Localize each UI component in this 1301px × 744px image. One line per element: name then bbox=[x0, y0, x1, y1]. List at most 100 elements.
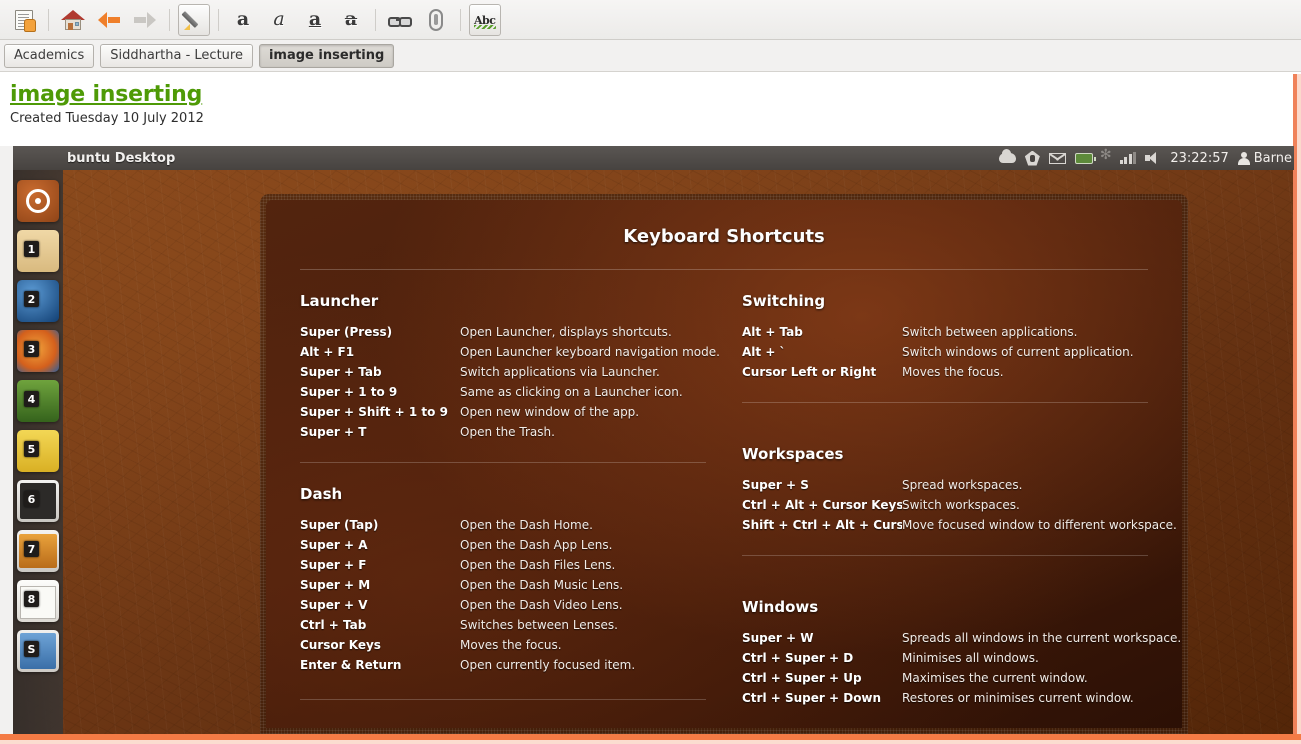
shortcut-row: Enter & Return Open currently focused it… bbox=[300, 655, 706, 675]
volume-icon[interactable] bbox=[1145, 151, 1161, 165]
shortcut-desc: Moves the focus. bbox=[902, 365, 1004, 379]
shortcut-key: Shift + Ctrl + Alt + Curs... bbox=[742, 518, 902, 532]
embedded-screenshot-image[interactable]: buntu Desktop 23:22:57 Barne bbox=[13, 146, 1294, 734]
shortcut-key: Super + Shift + 1 to 9 bbox=[300, 405, 448, 419]
user-name: Barne bbox=[1253, 150, 1292, 166]
launcher-badge: S bbox=[24, 641, 39, 657]
keyboard-shortcuts-overlay: Keyboard Shortcuts Launcher Super (Press… bbox=[260, 194, 1188, 734]
page-created-date: Created Tuesday 10 July 2012 bbox=[10, 111, 204, 126]
shortcut-key: Ctrl + Super + Up bbox=[742, 671, 862, 685]
toolbar-separator bbox=[460, 8, 461, 31]
shortcut-desc: Spreads all windows in the current works… bbox=[902, 631, 1182, 645]
launcher-badge: 2 bbox=[24, 291, 39, 307]
shortcut-row: Super + Shift + 1 to 9 Open new window o… bbox=[300, 402, 706, 422]
launcher-item-browser[interactable]: 2 bbox=[17, 280, 59, 322]
launcher-item-terminal-dark[interactable]: 6 bbox=[17, 480, 59, 522]
shortcut-key: Super + 1 to 9 bbox=[300, 385, 398, 399]
shortcut-row: Alt + ` Switch windows of current applic… bbox=[742, 342, 1148, 362]
strikethrough-icon[interactable]: a bbox=[335, 4, 367, 36]
section-divider bbox=[742, 555, 1148, 556]
launcher-item-files[interactable]: 1 bbox=[17, 230, 59, 272]
section-divider bbox=[300, 462, 706, 463]
launcher-item-software[interactable]: 4 bbox=[17, 380, 59, 422]
section-title-switching: Switching bbox=[742, 292, 826, 310]
mail-icon[interactable] bbox=[1048, 152, 1066, 164]
italic-icon[interactable]: a bbox=[263, 4, 295, 36]
shortcut-key: Super + S bbox=[742, 478, 809, 492]
spellcheck-icon[interactable]: Abc bbox=[469, 3, 501, 36]
launcher-item-terminal[interactable]: 7 bbox=[17, 530, 59, 572]
shortcut-key: Cursor Keys bbox=[300, 638, 381, 652]
attachment-icon[interactable] bbox=[420, 4, 452, 36]
shortcut-row: Ctrl + Tab Switches between Lenses. bbox=[300, 615, 706, 635]
toolbar-separator bbox=[48, 8, 49, 31]
shortcut-row: Cursor Left or Right Moves the focus. bbox=[742, 362, 1148, 382]
shortcut-desc: Maximises the current window. bbox=[902, 671, 1088, 685]
shortcut-row: Cursor Keys Moves the focus. bbox=[300, 635, 706, 655]
shortcut-desc: Open the Dash Video Lens. bbox=[460, 598, 623, 612]
shortcuts-left-column: Launcher Super (Press) Open Launcher, di… bbox=[300, 270, 720, 708]
launcher-item-workspace-switcher[interactable]: S bbox=[17, 630, 59, 672]
launcher-badge: 5 bbox=[24, 441, 39, 457]
bold-icon[interactable]: a bbox=[227, 4, 259, 36]
breadcrumb-item-academics[interactable]: Academics bbox=[4, 43, 95, 68]
battery-icon[interactable] bbox=[1074, 152, 1096, 164]
section-title-launcher: Launcher bbox=[300, 292, 379, 310]
launcher-badge: 3 bbox=[24, 341, 39, 357]
launcher-item-zim[interactable]: 8 bbox=[17, 580, 59, 622]
shortcut-row: Ctrl + Super + Down Restores or minimise… bbox=[742, 688, 1148, 708]
toolbar-separator bbox=[218, 8, 219, 31]
shortcut-desc: Moves the focus. bbox=[460, 638, 562, 652]
forward-icon[interactable] bbox=[129, 4, 161, 36]
shortcut-row: Super + T Open the Trash. bbox=[300, 422, 706, 442]
shortcut-desc: Open the Dash Music Lens. bbox=[460, 578, 624, 592]
right-edge-accent bbox=[1293, 74, 1301, 744]
shortcut-desc: Open the Dash App Lens. bbox=[460, 538, 613, 552]
bluetooth-icon[interactable] bbox=[1100, 148, 1112, 165]
link-icon[interactable] bbox=[384, 4, 416, 36]
shortcut-key: Super + V bbox=[300, 598, 368, 612]
launcher-badge: 7 bbox=[24, 541, 39, 557]
bottom-edge-accent bbox=[0, 734, 1301, 744]
underline-icon[interactable]: a bbox=[299, 4, 331, 36]
launcher-item-notes[interactable]: 5 bbox=[17, 430, 59, 472]
shortcut-desc: Open the Trash. bbox=[460, 425, 555, 439]
toolbar-separator bbox=[169, 8, 170, 31]
shortcut-desc: Switches between Lenses. bbox=[460, 618, 618, 632]
shortcuts-right-column: Switching Alt + Tab Switch between appli… bbox=[742, 270, 1181, 708]
shortcut-row: Super + V Open the Dash Video Lens. bbox=[300, 595, 706, 615]
home-icon[interactable] bbox=[57, 4, 89, 36]
toggle-editable-icon[interactable] bbox=[8, 4, 40, 36]
shortcut-key: Super + M bbox=[300, 578, 371, 592]
breadcrumb-item-image-inserting[interactable]: image inserting bbox=[258, 43, 395, 68]
launcher-item-dash-home[interactable] bbox=[17, 180, 59, 222]
back-icon[interactable] bbox=[93, 4, 125, 36]
edit-pencil-icon[interactable] bbox=[178, 3, 210, 36]
shortcut-key: Super + Tab bbox=[300, 365, 382, 379]
section-divider bbox=[300, 699, 706, 700]
shortcut-row: Ctrl + Alt + Cursor Keys Switch workspac… bbox=[742, 495, 1148, 515]
dropbox-icon[interactable] bbox=[1024, 150, 1040, 166]
shortcut-desc: Minimises all windows. bbox=[902, 651, 1039, 665]
launcher-item-firefox[interactable]: 3 bbox=[17, 330, 59, 372]
ubuntu-one-cloud-icon[interactable] bbox=[998, 149, 1016, 163]
shortcut-row: Alt + Tab Switch between applications. bbox=[742, 322, 1148, 342]
shortcut-desc: Same as clicking on a Launcher icon. bbox=[460, 385, 683, 399]
shortcut-desc: Switch windows of current application. bbox=[902, 345, 1134, 359]
section-divider bbox=[742, 402, 1148, 403]
launcher-badge: 1 bbox=[24, 241, 39, 257]
shortcut-row: Ctrl + Super + Up Maximises the current … bbox=[742, 668, 1148, 688]
shortcut-row: Super + M Open the Dash Music Lens. bbox=[300, 575, 706, 595]
shortcut-desc: Move focused window to different workspa… bbox=[902, 518, 1177, 532]
network-signal-icon[interactable] bbox=[1119, 152, 1137, 164]
shortcut-desc: Switch between applications. bbox=[902, 325, 1078, 339]
clock-indicator[interactable]: 23:22:57 bbox=[1170, 151, 1228, 166]
indicator-area: 23:22:57 Barne bbox=[998, 148, 1294, 166]
breadcrumb-item-siddhartha-lecture[interactable]: Siddhartha - Lecture bbox=[100, 43, 253, 68]
user-menu[interactable]: Barne bbox=[1237, 150, 1292, 166]
section-title-dash: Dash bbox=[300, 485, 343, 503]
shortcut-key: Ctrl + Super + D bbox=[742, 651, 854, 665]
shortcut-key: Alt + Tab bbox=[742, 325, 803, 339]
unity-top-panel: buntu Desktop 23:22:57 Barne bbox=[13, 146, 1294, 170]
section-title-workspaces: Workspaces bbox=[742, 445, 844, 463]
